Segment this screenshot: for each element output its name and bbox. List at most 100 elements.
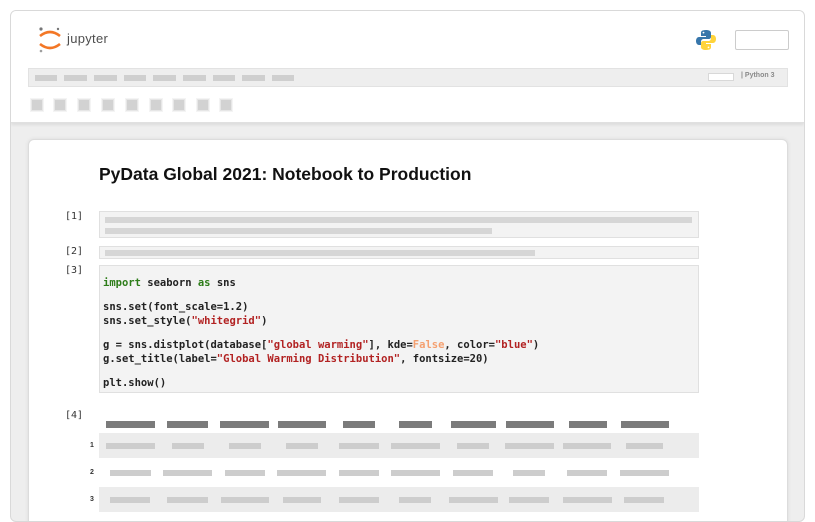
trusted-indicator[interactable] — [708, 73, 734, 81]
toolbar-run-button[interactable] — [197, 99, 209, 111]
toolbar-paste-button[interactable] — [126, 99, 138, 111]
kernel-name[interactable]: | Python 3 — [741, 72, 774, 79]
table-cell — [339, 470, 379, 476]
header-login-box[interactable] — [735, 30, 789, 50]
table-cell — [110, 470, 151, 476]
code-text: , fontsize=20) — [400, 353, 489, 365]
dataframe-header-cell — [506, 421, 554, 428]
dataframe-header-cell — [220, 421, 269, 428]
cell-prompt-1: [1] — [65, 211, 84, 222]
table-cell — [391, 443, 440, 449]
code-text: sns.set_style( — [103, 315, 192, 327]
notebook-title: PyData Global 2021: Notebook to Producti… — [99, 164, 472, 184]
menu-item-insert[interactable] — [124, 75, 146, 81]
jupyter-logo-icon — [39, 27, 61, 53]
menu-item-kernel[interactable] — [183, 75, 206, 81]
menu-item-extra[interactable] — [272, 75, 294, 81]
table-cell — [505, 443, 554, 449]
jupyter-logo[interactable]: jupyter — [37, 25, 147, 55]
notebook-area: PyData Global 2021: Notebook to Producti… — [28, 139, 788, 521]
cell-prompt-4: [4] — [65, 410, 84, 421]
dataframe-row-index: 2 — [90, 469, 94, 476]
table-row — [99, 460, 699, 485]
cell-prompt-2: [2] — [65, 246, 84, 257]
dataframe-header-cell — [399, 421, 432, 428]
dataframe-header-cell — [451, 421, 496, 428]
code-text: plt.show() — [103, 377, 167, 389]
code-keyword: as — [197, 277, 211, 289]
code-text: ], kde= — [368, 339, 413, 351]
menubar: | Python 3 — [28, 68, 788, 87]
dataframe-header-cell — [343, 421, 375, 428]
table-cell — [106, 443, 155, 449]
table-cell — [283, 497, 321, 503]
code-text: ) — [261, 315, 268, 327]
dataframe-header-cell — [167, 421, 208, 428]
table-cell — [626, 443, 663, 449]
code-text: ) — [532, 339, 540, 351]
table-cell — [339, 443, 379, 449]
toolbar-copy-button[interactable] — [102, 99, 114, 111]
table-cell — [286, 443, 318, 449]
table-cell — [110, 497, 150, 503]
menu-item-view[interactable] — [94, 75, 117, 81]
toolbar-move-down-button[interactable] — [173, 99, 185, 111]
table-cell — [225, 470, 265, 476]
notebook-header: jupyter | Python 3 — [11, 11, 804, 123]
menu-item-file[interactable] — [35, 75, 57, 81]
table-cell — [277, 470, 326, 476]
dataframe-row-index: 1 — [90, 442, 94, 449]
code-cell-1[interactable] — [99, 211, 699, 238]
menu-item-widgets[interactable] — [213, 75, 235, 81]
table-cell — [563, 497, 612, 503]
python-logo-icon — [696, 30, 716, 50]
code-text: seaborn — [140, 277, 198, 289]
table-cell — [513, 470, 545, 476]
table-cell — [339, 497, 379, 503]
code-keyword: import — [103, 277, 141, 289]
toolbar-add-cell-button[interactable] — [54, 99, 66, 111]
dataframe-row-index: 3 — [90, 496, 94, 503]
table-cell — [563, 443, 611, 449]
table-cell — [624, 497, 664, 503]
table-cell — [509, 497, 549, 503]
code-text: g = sns.distplot(database[ — [103, 339, 268, 351]
table-cell — [453, 470, 493, 476]
table-cell — [172, 443, 204, 449]
code-string: "global warming" — [267, 339, 369, 351]
dataframe-header-cell — [106, 421, 155, 428]
code-string: "Global Warming Distribution" — [216, 353, 401, 365]
table-cell — [221, 497, 269, 503]
dataframe-header-cell — [569, 421, 607, 428]
table-row — [99, 487, 699, 512]
code-line-placeholder — [105, 250, 535, 256]
code-text: sns.set(font_scale=1.2) — [103, 301, 249, 313]
toolbar-move-up-button[interactable] — [150, 99, 162, 111]
dataframe-header-cell — [278, 421, 326, 428]
table-cell — [391, 470, 440, 476]
table-cell — [229, 443, 261, 449]
table-cell — [163, 470, 212, 476]
toolbar-save-button[interactable] — [31, 99, 43, 111]
code-line-placeholder — [105, 228, 492, 234]
jupyter-logo-text: jupyter — [67, 31, 109, 46]
code-cell-2[interactable] — [99, 246, 699, 259]
table-cell — [449, 497, 498, 503]
toolbar-stop-button[interactable] — [220, 99, 232, 111]
menu-item-help[interactable] — [242, 75, 265, 81]
table-cell — [167, 497, 208, 503]
code-string: "blue" — [494, 339, 533, 351]
menu-item-cell[interactable] — [153, 75, 176, 81]
table-cell — [567, 470, 607, 476]
code-line-placeholder — [105, 217, 692, 223]
menu-item-edit[interactable] — [64, 75, 87, 81]
cell-prompt-3: [3] — [65, 265, 84, 276]
table-cell — [399, 497, 431, 503]
table-cell — [620, 470, 669, 476]
table-cell — [457, 443, 489, 449]
code-text: , color= — [444, 339, 495, 351]
table-row — [99, 433, 699, 458]
code-string: "whitegrid" — [191, 315, 262, 327]
toolbar-cut-button[interactable] — [78, 99, 90, 111]
code-constant: False — [412, 339, 445, 351]
